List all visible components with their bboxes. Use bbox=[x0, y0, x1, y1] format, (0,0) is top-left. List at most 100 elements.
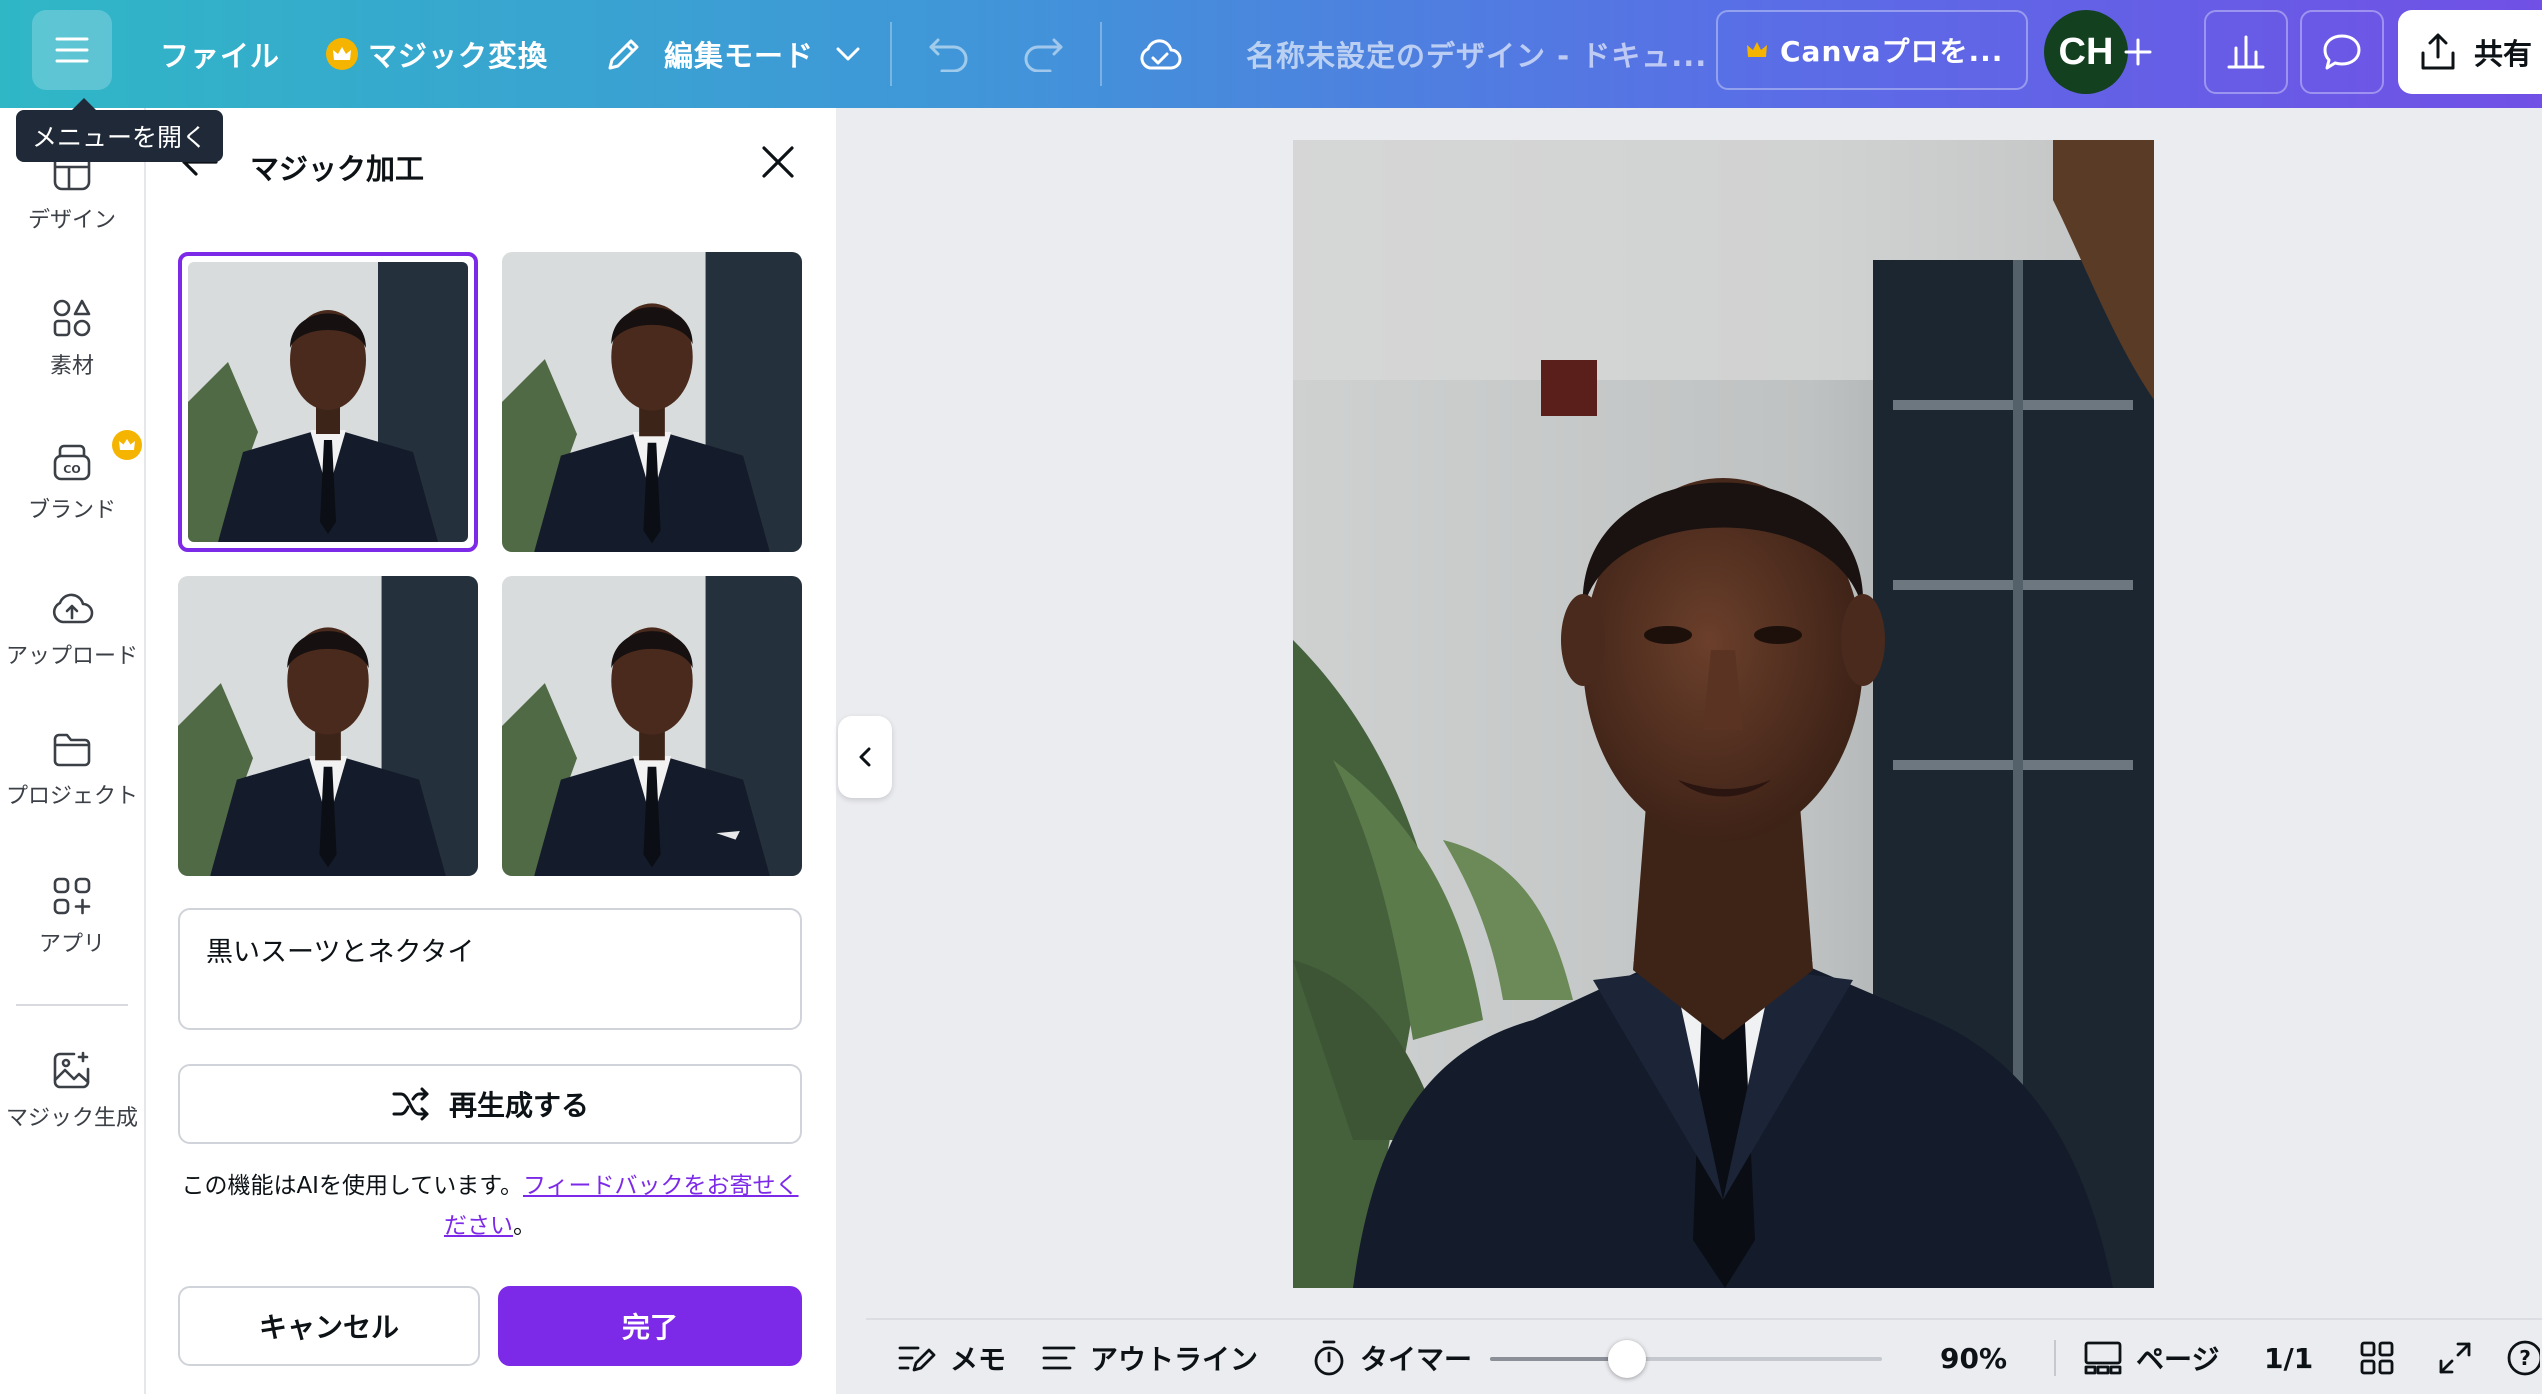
edit-mode-label: 編集モード bbox=[664, 39, 815, 73]
rail-item-projects[interactable]: プロジェクト bbox=[0, 732, 144, 810]
document-title[interactable]: 名称未設定のデザイン - ドキュ... bbox=[1246, 0, 1707, 108]
rail-item-brand[interactable]: CO ブランド bbox=[0, 430, 144, 524]
timer-button[interactable]: タイマー bbox=[1312, 1320, 1472, 1394]
notes-label: メモ bbox=[950, 1343, 1007, 1376]
grid-view-button[interactable] bbox=[2360, 1320, 2408, 1394]
rail-item-apps[interactable]: アプリ bbox=[0, 876, 144, 958]
plus-icon bbox=[2124, 38, 2152, 66]
timer-icon bbox=[1314, 1340, 1344, 1376]
bottom-divider bbox=[2054, 1340, 2056, 1376]
magic-edit-panel: マジック加工 黒いスーツとネクタイ 再生成する この機能はAIを使用しています。… bbox=[146, 108, 836, 1394]
pages-label: ページ bbox=[2136, 1343, 2220, 1376]
page-counter[interactable]: 1/1 bbox=[2264, 1320, 2313, 1394]
notes-button[interactable]: メモ bbox=[898, 1320, 1006, 1394]
rail-item-elements[interactable]: 素材 bbox=[0, 298, 144, 380]
menu-tooltip: メニューを開く bbox=[16, 98, 224, 162]
rail-label: アプリ bbox=[38, 932, 105, 957]
rail-label: マジック生成 bbox=[5, 1106, 138, 1131]
rail-divider bbox=[16, 1004, 128, 1006]
variant-thumbnail-1[interactable] bbox=[178, 252, 478, 552]
toolbar-divider bbox=[1100, 22, 1102, 86]
canva-pro-button[interactable]: Canvaプロを... bbox=[1716, 10, 2028, 90]
rail-label: プロジェクト bbox=[5, 784, 138, 809]
design-canvas-page[interactable] bbox=[1293, 140, 2154, 1288]
crown-icon bbox=[326, 38, 358, 70]
bar-chart-icon bbox=[2227, 35, 2265, 69]
ai-note-suffix: 。 bbox=[513, 1213, 536, 1239]
rail-item-magic-generate[interactable]: マジック生成 bbox=[0, 1050, 144, 1132]
elements-icon bbox=[53, 299, 91, 337]
share-upload-icon bbox=[2421, 33, 2455, 70]
rail-item-upload[interactable]: アップロード bbox=[0, 588, 144, 670]
outline-icon bbox=[1042, 1346, 1076, 1370]
help-icon: ? bbox=[2507, 1340, 2540, 1376]
insights-button[interactable] bbox=[2204, 10, 2288, 94]
rail-label: ブランド bbox=[27, 498, 116, 523]
magic-switch-button[interactable]: マジック変換 bbox=[326, 0, 548, 108]
close-icon[interactable] bbox=[758, 142, 798, 182]
panel-title: マジック加工 bbox=[250, 152, 425, 186]
comments-button[interactable] bbox=[2300, 10, 2384, 94]
magic-generate-icon bbox=[53, 1051, 90, 1089]
share-label: 共有 bbox=[2474, 37, 2533, 71]
variant-thumbnail-3[interactable] bbox=[178, 576, 478, 876]
magic-switch-label: マジック変換 bbox=[368, 39, 549, 73]
outline-label: アウトライン bbox=[1090, 1343, 1259, 1376]
svg-text:CO: CO bbox=[63, 463, 80, 476]
rail-item-design[interactable]: デザイン bbox=[0, 152, 144, 234]
ai-disclaimer: この機能はAIを使用しています。フィードバックをお寄せください。 bbox=[178, 1166, 802, 1246]
collapse-panel-button[interactable] bbox=[838, 716, 892, 798]
folder-icon bbox=[53, 733, 91, 767]
zoom-slider[interactable] bbox=[1490, 1340, 1882, 1378]
toolbar-divider bbox=[890, 22, 892, 86]
brand-icon: CO bbox=[53, 444, 91, 481]
top-toolbar: ファイル マジック変換 編集モード 名称未設定のデザイン - ドキュ... Ca… bbox=[0, 0, 2542, 108]
redo-icon bbox=[1024, 38, 1063, 72]
hamburger-icon bbox=[55, 37, 89, 63]
avatar-initials: CH bbox=[2058, 30, 2114, 73]
undo-button[interactable] bbox=[928, 0, 970, 108]
portrait-image bbox=[502, 252, 802, 552]
left-rail: デザイン 素材 CO ブランド アップロード プロジェクト アプリ マジック生成 bbox=[0, 108, 146, 1394]
zoom-value: 90% bbox=[1940, 1341, 2008, 1375]
portrait-photo bbox=[1293, 140, 2154, 1288]
variant-thumbnail-4[interactable] bbox=[502, 576, 802, 876]
pages-button[interactable]: ページ bbox=[2084, 1320, 2219, 1394]
share-button[interactable]: 共有 bbox=[2398, 10, 2542, 94]
file-menu[interactable]: ファイル bbox=[160, 0, 280, 108]
fullscreen-button[interactable] bbox=[2438, 1320, 2486, 1394]
help-button[interactable]: ? bbox=[2506, 1320, 2542, 1394]
menu-button[interactable] bbox=[32, 10, 112, 90]
bottom-toolbar: メモ アウトライン タイマー 90% ページ 1/1 ? bbox=[866, 1318, 2542, 1394]
zoom-slider-handle[interactable] bbox=[1608, 1340, 1646, 1378]
outline-button[interactable]: アウトライン bbox=[1042, 1320, 1258, 1394]
prompt-input[interactable]: 黒いスーツとネクタイ bbox=[178, 908, 802, 1030]
add-collaborator-button[interactable] bbox=[2108, 10, 2168, 94]
rail-label: アップロード bbox=[5, 644, 138, 669]
expand-icon bbox=[2439, 1342, 2471, 1374]
upload-icon bbox=[52, 593, 94, 624]
regenerate-button[interactable]: 再生成する bbox=[178, 1064, 802, 1144]
cancel-button[interactable]: キャンセル bbox=[178, 1286, 480, 1366]
portrait-image bbox=[178, 576, 478, 876]
page-counter-text: 1/1 bbox=[2264, 1341, 2314, 1375]
variant-thumbnail-2[interactable] bbox=[502, 252, 802, 552]
shuffle-icon bbox=[392, 1087, 429, 1121]
chevron-left-icon bbox=[859, 747, 871, 767]
tooltip-text: メニューを開く bbox=[32, 123, 208, 152]
redo-button[interactable] bbox=[1022, 0, 1064, 108]
crown-icon bbox=[112, 430, 142, 460]
done-button[interactable]: 完了 bbox=[498, 1286, 802, 1366]
notes-icon bbox=[898, 1346, 936, 1372]
ai-note-text: この機能はAIを使用しています。 bbox=[181, 1173, 523, 1199]
svg-text:?: ? bbox=[2519, 1346, 2531, 1370]
grid-icon bbox=[2360, 1341, 2394, 1375]
zoom-level[interactable]: 90% bbox=[1940, 1320, 2007, 1394]
cloud-check-icon bbox=[1140, 39, 1182, 70]
cloud-save-status[interactable] bbox=[1138, 0, 1182, 108]
timer-label: タイマー bbox=[1360, 1343, 1473, 1376]
pages-icon bbox=[2084, 1341, 2122, 1375]
apps-icon bbox=[53, 877, 91, 915]
edit-mode-dropdown[interactable]: 編集モード bbox=[604, 0, 860, 108]
chevron-down-icon bbox=[836, 47, 860, 61]
